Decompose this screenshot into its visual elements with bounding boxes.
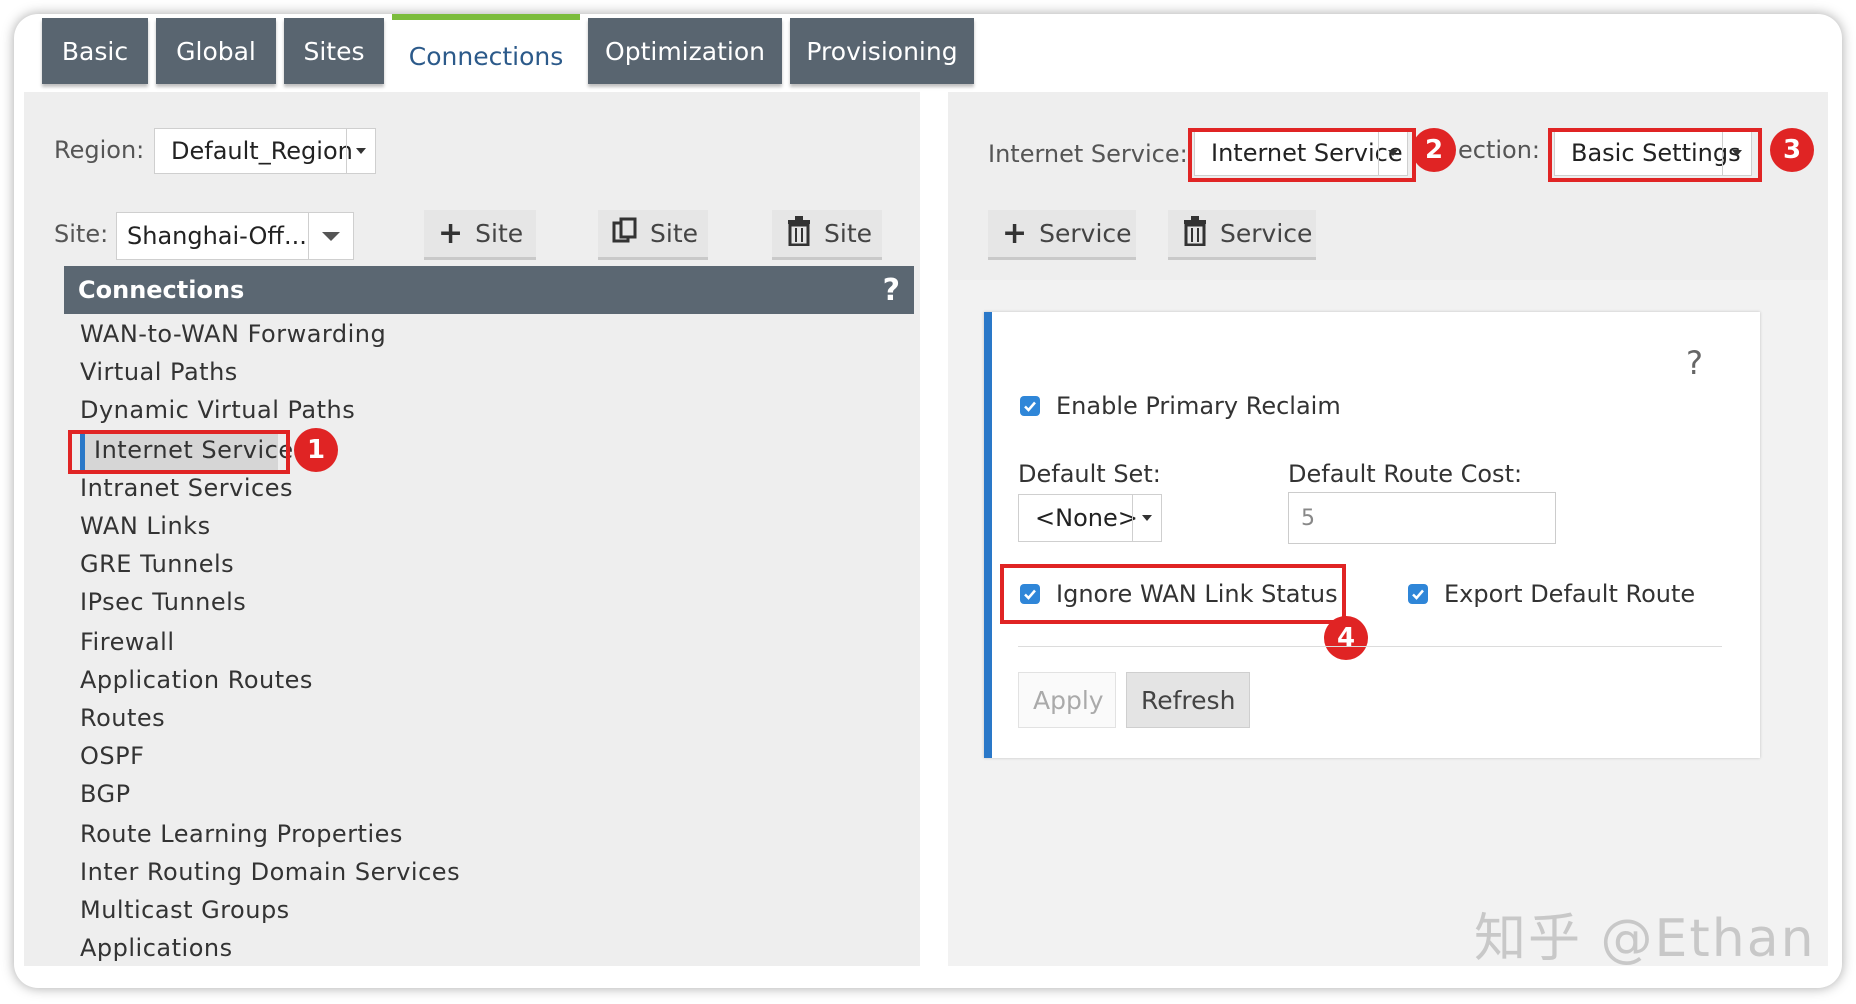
- copy-site-label: Site: [650, 219, 698, 248]
- nav-item-dynamic-virtual-paths[interactable]: Dynamic Virtual Paths: [80, 396, 355, 424]
- apply-label: Apply: [1033, 685, 1104, 715]
- default-route-cost-label: Default Route Cost:: [1288, 460, 1523, 488]
- nav-item-bgp[interactable]: BGP: [80, 780, 131, 808]
- refresh-label: Refresh: [1141, 685, 1236, 715]
- add-site-label: Site: [475, 219, 524, 248]
- help-icon[interactable]: ?: [1686, 344, 1703, 382]
- annotation-box-4: [1000, 564, 1346, 624]
- default-set-value: <None>: [1035, 504, 1138, 532]
- refresh-button[interactable]: Refresh: [1126, 672, 1250, 728]
- help-icon[interactable]: ?: [883, 273, 900, 308]
- nav-item-application-routes[interactable]: Application Routes: [80, 666, 313, 694]
- copy-icon: [612, 217, 638, 251]
- add-site-button[interactable]: + Site: [424, 210, 536, 260]
- annotation-badge-2: 2: [1412, 128, 1456, 172]
- export-default-route-label: Export Default Route: [1444, 580, 1696, 608]
- default-route-cost-input[interactable]: 5: [1288, 492, 1556, 544]
- nav-item-route-learning-properties[interactable]: Route Learning Properties: [80, 820, 403, 848]
- annotation-badge-1: 1: [294, 428, 338, 472]
- nav-item-ipsec-tunnels[interactable]: IPsec Tunnels: [80, 588, 246, 616]
- copy-site-button[interactable]: Site: [598, 210, 708, 260]
- connections-header: Connections ?: [64, 266, 914, 314]
- annotation-badge-4: 4: [1324, 616, 1368, 660]
- plus-icon: +: [1002, 216, 1028, 251]
- connections-title: Connections: [78, 276, 245, 304]
- site-value: Shanghai-Off...: [127, 222, 307, 250]
- delete-site-label: Site: [824, 219, 872, 248]
- enable-primary-reclaim-label: Enable Primary Reclaim: [1056, 392, 1341, 420]
- plus-icon: +: [438, 216, 464, 251]
- nav-item-gre-tunnels[interactable]: GRE Tunnels: [80, 550, 234, 578]
- default-set-label: Default Set:: [1018, 460, 1161, 488]
- enable-primary-reclaim-checkbox[interactable]: [1020, 396, 1040, 416]
- nav-item-firewall[interactable]: Firewall: [80, 628, 175, 656]
- checkmark-icon: [1024, 401, 1036, 412]
- nav-item-wan-links[interactable]: WAN Links: [80, 512, 211, 540]
- export-default-route-checkbox[interactable]: [1408, 584, 1428, 604]
- default-set-select[interactable]: <None>: [1018, 494, 1162, 542]
- nav-item-ospf[interactable]: OSPF: [80, 742, 144, 770]
- annotation-box-2: [1188, 128, 1416, 182]
- tab-basic[interactable]: Basic: [42, 18, 148, 84]
- nav-item-inter-routing-domain-services[interactable]: Inter Routing Domain Services: [80, 858, 460, 886]
- chevron-down-icon[interactable]: [1132, 495, 1161, 541]
- nav-item-applications[interactable]: Applications: [80, 934, 233, 962]
- annotation-badge-3: 3: [1770, 128, 1814, 172]
- delete-site-button[interactable]: Site: [772, 210, 882, 260]
- add-service-label: Service: [1039, 219, 1132, 248]
- tab-global[interactable]: Global: [156, 18, 276, 84]
- section-label: ection:: [1458, 136, 1541, 164]
- annotation-box-1: [68, 430, 290, 474]
- delete-service-button[interactable]: Service: [1168, 210, 1316, 260]
- tab-optimization[interactable]: Optimization: [588, 18, 782, 84]
- region-value: Default_Region: [171, 137, 353, 165]
- watermark-text: 知乎 @Ethan: [1474, 909, 1816, 969]
- nav-item-multicast-groups[interactable]: Multicast Groups: [80, 896, 290, 924]
- tab-sites[interactable]: Sites: [284, 18, 384, 84]
- tab-provisioning[interactable]: Provisioning: [790, 18, 974, 84]
- site-label: Site:: [54, 220, 109, 248]
- checkmark-icon: [1412, 589, 1424, 600]
- add-service-button[interactable]: + Service: [988, 210, 1136, 260]
- chevron-down-icon[interactable]: [308, 213, 353, 259]
- trash-icon: [1182, 215, 1208, 252]
- divider: [1018, 646, 1722, 647]
- apply-button[interactable]: Apply: [1018, 672, 1116, 728]
- site-select[interactable]: Shanghai-Off...: [116, 212, 354, 260]
- nav-item-intranet-services[interactable]: Intranet Services: [80, 474, 293, 502]
- annotation-box-3: [1548, 128, 1762, 182]
- tab-connections[interactable]: Connections: [392, 14, 580, 92]
- nav-item-virtual-paths[interactable]: Virtual Paths: [80, 358, 238, 386]
- region-select[interactable]: Default_Region: [154, 128, 376, 174]
- nav-item-wan-to-wan-forwarding[interactable]: WAN-to-WAN Forwarding: [80, 320, 386, 348]
- trash-icon: [786, 215, 812, 252]
- nav-item-routes[interactable]: Routes: [80, 704, 165, 732]
- delete-service-label: Service: [1220, 219, 1313, 248]
- internet-service-label: Internet Service:: [988, 140, 1188, 168]
- region-label: Region:: [54, 136, 145, 164]
- chevron-down-icon[interactable]: [346, 129, 375, 173]
